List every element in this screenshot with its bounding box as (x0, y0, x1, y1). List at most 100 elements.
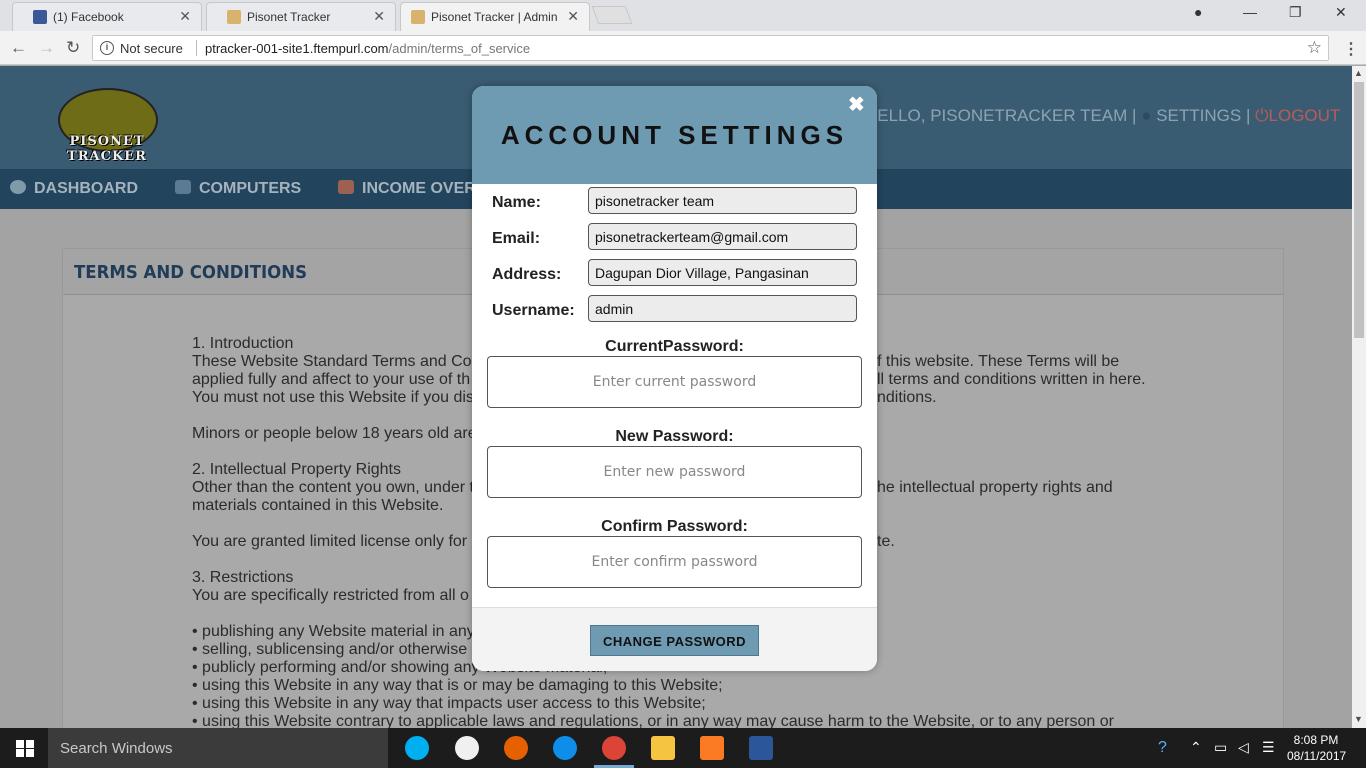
url-path: /admin/terms_of_service (388, 41, 531, 56)
current-password-label: CurrentPassword: (605, 338, 744, 355)
address-label: Address: (492, 266, 562, 283)
divider: | (1132, 106, 1142, 125)
security-label[interactable]: Not secure (120, 41, 183, 56)
tab-facebook[interactable]: (1) Facebook ✕ (12, 2, 202, 31)
scroll-up-icon[interactable]: ▲ (1354, 68, 1363, 78)
notifications-icon[interactable]: ☰ (1262, 739, 1275, 756)
windows-start-icon[interactable] (16, 740, 34, 757)
file-explorer-icon[interactable] (651, 736, 675, 760)
current-password-input[interactable]: Enter current password (487, 356, 862, 408)
settings-label: SETTINGS (1156, 106, 1242, 125)
nav-dashboard[interactable]: DASHBOARD (10, 180, 138, 198)
email-field[interactable]: pisonetrackerteam@gmail.com (588, 223, 857, 250)
greeting-text: HELLO, PISONETRACKER TEAM (865, 106, 1128, 125)
change-password-button[interactable]: CHANGE PASSWORD (590, 625, 759, 656)
search-windows-field[interactable]: Search Windows (48, 728, 388, 768)
confirm-password-input[interactable]: Enter confirm password (487, 536, 862, 588)
nav-computers[interactable]: COMPUTERS (175, 180, 301, 198)
firefox-icon[interactable] (504, 736, 528, 760)
scroll-down-icon[interactable]: ▼ (1354, 714, 1363, 724)
terms-line-right: f this website. These Terms will be (877, 353, 1120, 370)
browser-tab-bar: (1) Facebook ✕ Pisonet Tracker ✕ Pisonet… (0, 0, 1366, 31)
logout-label: LOGOUT (1268, 106, 1341, 125)
terms-line: • using this Website in any way that imp… (192, 695, 706, 712)
chevron-up-icon[interactable]: ⌃ (1190, 739, 1202, 756)
account-settings-modal: ACCOUNT SETTINGS ✖ Name: pisonetracker t… (472, 86, 877, 671)
close-tab-icon[interactable]: ✕ (567, 8, 579, 25)
email-label: Email: (492, 230, 541, 247)
username-field[interactable]: admin (588, 295, 857, 322)
modal-title: ACCOUNT SETTINGS (500, 120, 849, 150)
modal-header: ACCOUNT SETTINGS ✖ (472, 86, 877, 184)
info-icon[interactable]: i (100, 41, 114, 55)
tab-title: Pisonet Tracker (247, 10, 331, 24)
confirm-password-label: Confirm Password: (601, 518, 748, 535)
help-icon[interactable]: ? (1158, 739, 1167, 757)
bookmark-star-icon[interactable]: ☆ (1307, 38, 1322, 58)
itunes-icon[interactable] (455, 736, 479, 760)
terms-line-right: te. (877, 533, 895, 550)
address-field[interactable]: Dagupan Dior Village, Pangasinan (588, 259, 857, 286)
terms-line-right: ll terms and conditions written in here. (877, 371, 1146, 388)
name-label: Name: (492, 194, 541, 211)
url-text[interactable]: ptracker-001-site1.ftempurl.com/admin/te… (205, 41, 530, 56)
battery-icon[interactable]: ▭ (1214, 739, 1227, 756)
dashboard-icon (10, 180, 26, 194)
scroll-thumb[interactable] (1354, 82, 1364, 338)
new-tab-button[interactable] (591, 6, 633, 24)
name-field[interactable]: pisonetracker team (588, 187, 857, 214)
system-clock[interactable]: 8:08 PM 08/11/2017 (1287, 732, 1347, 764)
tab-title: (1) Facebook (53, 10, 124, 24)
tab-pisonet-admin[interactable]: Pisonet Tracker | Admin ✕ (400, 2, 590, 31)
username-label: Username: (492, 302, 575, 319)
url-host: ptracker-001-site1.ftempurl.com (205, 41, 389, 56)
back-icon[interactable]: ← (10, 38, 27, 58)
tab-pisonet-tracker[interactable]: Pisonet Tracker ✕ (206, 2, 396, 31)
windows-taskbar: Search Windows ? ⌃ ▭ ◁ ☰ 8:08 PM 08/11/2… (0, 728, 1366, 768)
pisonet-logo[interactable]: PISONET TRACKER (40, 88, 174, 164)
reload-icon[interactable]: ↻ (66, 38, 80, 58)
url-field[interactable]: i Not secure ptracker-001-site1.ftempurl… (92, 35, 1329, 61)
nav-label: DASHBOARD (34, 180, 138, 197)
close-icon[interactable]: ✖ (848, 92, 865, 117)
chrome-icon[interactable] (602, 736, 626, 760)
new-password-input[interactable]: Enter new password (487, 446, 862, 498)
xampp-icon[interactable] (700, 736, 724, 760)
clock-date: 08/11/2017 (1287, 749, 1347, 763)
terms-line-right: nditions. (877, 389, 937, 406)
divider (196, 40, 197, 56)
logout-link[interactable]: ⏻LOGOUT (1255, 106, 1340, 125)
page-scrollbar[interactable]: ▲ ▼ (1352, 66, 1366, 728)
close-tab-icon[interactable]: ✕ (373, 8, 385, 25)
close-window-icon[interactable]: ✕ (1335, 4, 1347, 21)
logo-text: PISONET TRACKER (67, 134, 147, 164)
terms-line: • using this Website in any way that is … (192, 677, 723, 694)
divider: | (1245, 106, 1256, 125)
volume-icon[interactable]: ◁ (1238, 739, 1249, 756)
terms-line: • using this Website contrary to applica… (192, 713, 1114, 728)
new-password-label: New Password: (615, 428, 734, 445)
terms-line-right: he intellectual property rights and (877, 479, 1113, 496)
power-icon: ⏻ (1255, 106, 1269, 125)
tab-title: Pisonet Tracker | Admin (431, 10, 558, 24)
computer-icon (175, 180, 191, 194)
nav-label: COMPUTERS (199, 180, 302, 197)
settings-link[interactable]: ● SETTINGS (1141, 106, 1241, 125)
facebook-icon (33, 10, 47, 24)
clock-time: 8:08 PM (1293, 733, 1339, 747)
forward-icon[interactable]: → (38, 38, 55, 58)
close-tab-icon[interactable]: ✕ (179, 8, 191, 25)
modal-footer: CHANGE PASSWORD (472, 607, 877, 671)
restore-icon[interactable]: ❐ (1289, 4, 1302, 21)
menu-kebab-icon[interactable]: ⋮ (1343, 39, 1359, 59)
skype-icon[interactable] (405, 736, 429, 760)
minimize-icon[interactable]: — (1243, 4, 1257, 20)
word-icon[interactable] (749, 736, 773, 760)
pisonet-favicon-icon (227, 10, 241, 24)
user-bar: HELLO, PISONETRACKER TEAM | ● SETTINGS |… (865, 106, 1340, 126)
address-bar: ← → ↻ i Not secure ptracker-001-site1.ft… (0, 31, 1366, 65)
pisonet-favicon-icon (411, 10, 425, 24)
page-title: TERMS AND CONDITIONS (74, 262, 308, 283)
profile-icon[interactable]: ● (1194, 4, 1202, 20)
teamviewer-icon[interactable] (553, 736, 577, 760)
